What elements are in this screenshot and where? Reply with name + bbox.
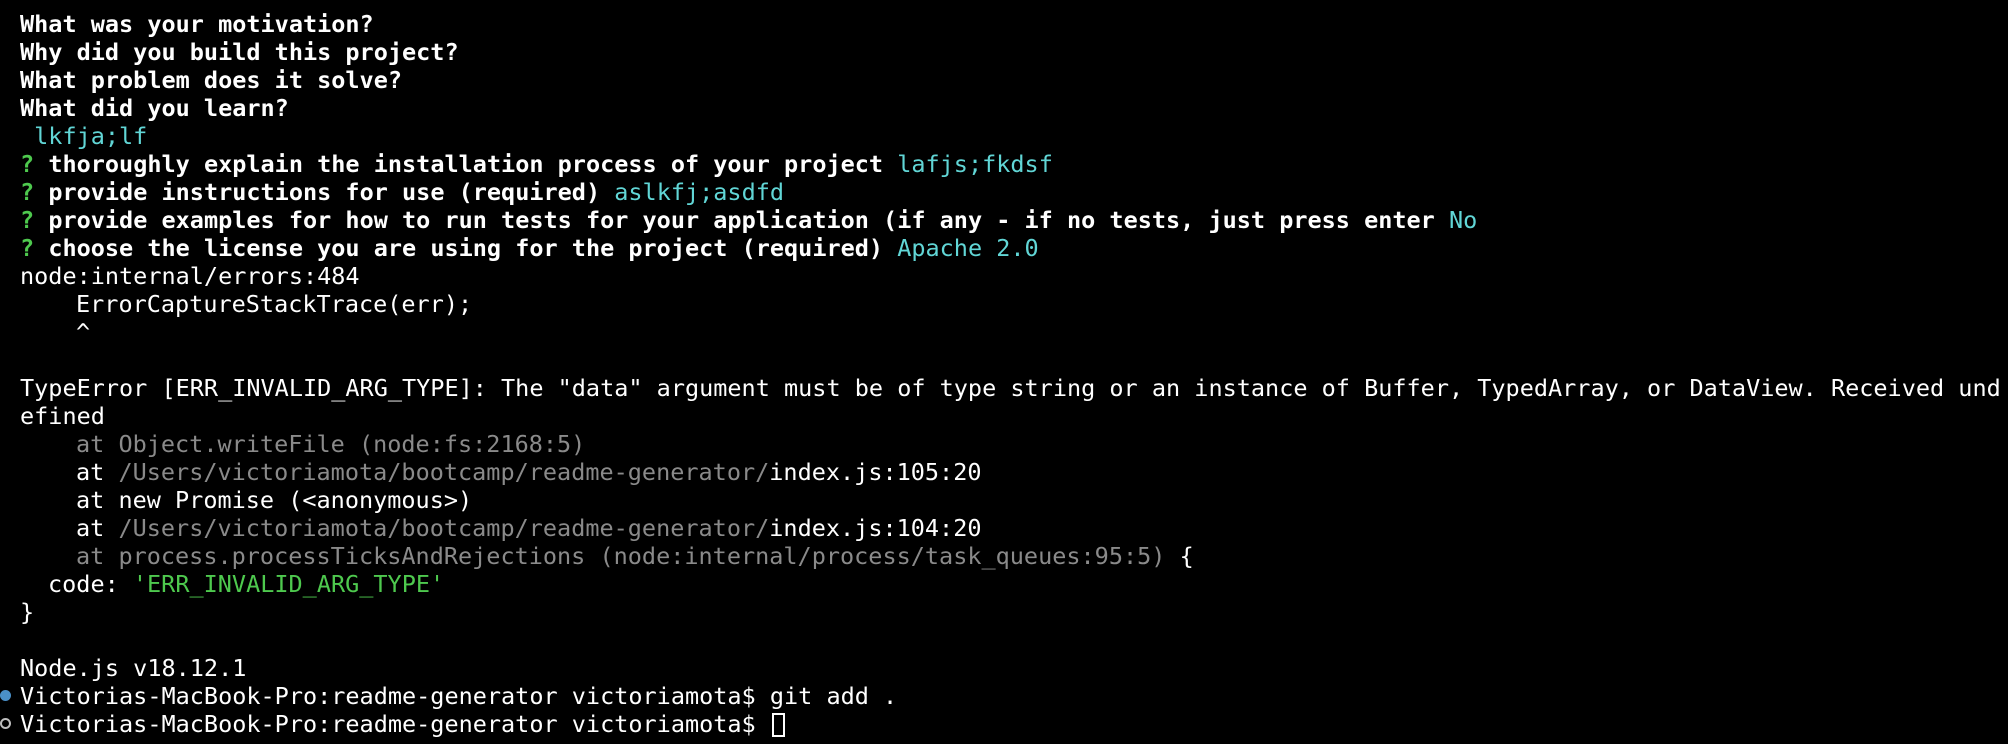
shell-line: Victorias-MacBook-Pro:readme-generator v… [0,682,2008,710]
question-mark-icon: ? [20,206,35,234]
shell-prompt: Victorias-MacBook-Pro:readme-generator v… [20,710,770,738]
stack-path: /Users/victoriamota/bootcamp/readme-gene… [118,458,770,486]
prompt-answer: Apache 2.0 [897,234,1039,262]
stack-frame: at /Users/victoriamota/bootcamp/readme-g… [76,514,982,542]
open-brace: { [1165,542,1194,570]
description-answer: lkfja;lf [20,122,148,150]
error-code-value: 'ERR_INVALID_ARG_TYPE' [132,570,445,598]
error-message-continued: efined [20,402,105,430]
prompt-answer: lafjs;fkdsf [897,150,1053,178]
stack-path: /Users/victoriamota/bootcamp/readme-gene… [118,514,770,542]
question-line: What did you learn? [20,94,289,122]
error-caret: ^ [76,318,91,346]
node-version: Node.js v18.12.1 [20,654,247,682]
stack-frame: at Object.writeFile (node:fs:2168:5) [76,430,586,458]
prompt-line-license: ? choose the license you are using for t… [0,234,2008,262]
prompt-question: provide instructions for use (required) [48,178,601,206]
close-brace: } [20,598,35,626]
error-location: node:internal/errors:484 [20,262,360,290]
prompt-line-installation: ? thoroughly explain the installation pr… [0,150,2008,178]
prompt-line-tests: ? provide examples for how to run tests … [0,206,2008,234]
stack-frame: at new Promise (<anonymous>) [76,486,473,514]
question-line: What was your motivation? [20,10,374,38]
question-mark-icon: ? [20,178,35,206]
cursor-icon [771,713,785,737]
prompt-question: choose the license you are using for the… [48,234,884,262]
command-mark-hollow-icon[interactable] [0,718,11,729]
prompt-line-usage: ? provide instructions for use (required… [0,178,2008,206]
shell-command: git add . [769,682,898,710]
question-mark-icon: ? [20,234,35,262]
stack-frame: at /Users/victoriamota/bootcamp/readme-g… [76,458,982,486]
terminal-window[interactable]: What was your motivation? Why did you bu… [0,0,2008,744]
error-message: TypeError [ERR_INVALID_ARG_TYPE]: The "d… [20,374,2001,402]
stack-file: index.js:105:20 [769,458,982,486]
error-code: code: 'ERR_INVALID_ARG_TYPE' [48,570,445,598]
shell-prompt: Victorias-MacBook-Pro:readme-generator v… [20,682,770,710]
command-mark-filled-icon[interactable] [0,690,11,701]
prompt-answer: No [1449,206,1478,234]
prompt-question: thoroughly explain the installation proc… [48,150,884,178]
question-mark-icon: ? [20,150,35,178]
question-line: What problem does it solve? [20,66,403,94]
prompt-answer: aslkfj;asdfd [614,178,785,206]
error-source-line: ErrorCaptureStackTrace(err); [76,290,473,318]
prompt-question: provide examples for how to run tests fo… [48,206,1435,234]
shell-line-current[interactable]: Victorias-MacBook-Pro:readme-generator v… [0,710,2008,738]
stack-file: index.js:104:20 [769,514,982,542]
stack-frame: at process.processTicksAndRejections (no… [76,542,1194,570]
question-line: Why did you build this project? [20,38,459,66]
